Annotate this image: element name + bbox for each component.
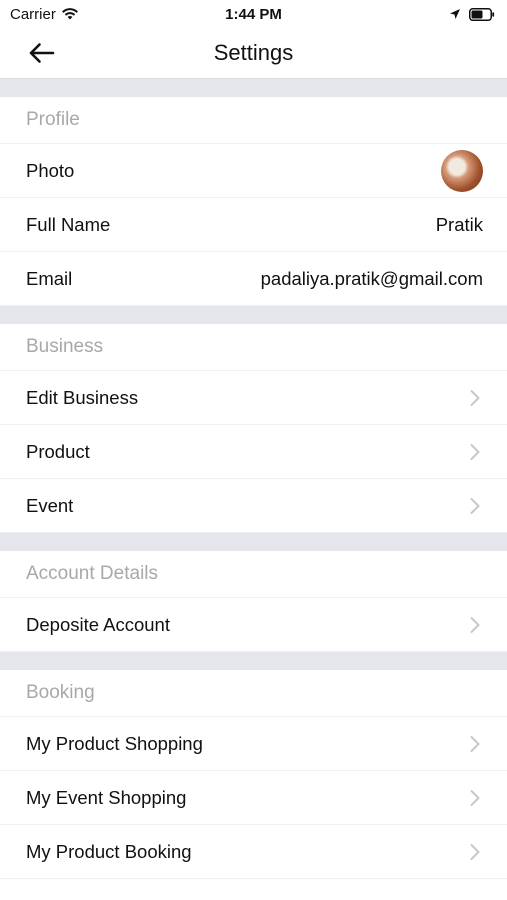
arrow-left-icon bbox=[29, 43, 55, 63]
full-name-label: Full Name bbox=[26, 213, 111, 235]
section-separator bbox=[0, 79, 507, 97]
email-row[interactable]: Email padaliya.pratik@gmail.com bbox=[0, 252, 507, 306]
nav-bar: Settings bbox=[0, 28, 507, 79]
edit-business-row[interactable]: Edit Business bbox=[0, 371, 507, 425]
section-separator bbox=[0, 306, 507, 324]
chevron-right-icon bbox=[470, 735, 480, 752]
product-row[interactable]: Product bbox=[0, 425, 507, 479]
my-event-shopping-label: My Event Shopping bbox=[26, 786, 187, 808]
event-row[interactable]: Event bbox=[0, 479, 507, 533]
full-name-row[interactable]: Full Name Pratik bbox=[0, 198, 507, 252]
back-button[interactable] bbox=[26, 38, 62, 68]
section-header-booking: Booking bbox=[0, 670, 507, 717]
deposite-account-label: Deposite Account bbox=[26, 613, 170, 635]
my-product-booking-row[interactable]: My Product Booking bbox=[0, 825, 507, 879]
status-bar: Carrier 1:44 PM bbox=[0, 0, 507, 28]
battery-icon bbox=[469, 7, 495, 21]
photo-label: Photo bbox=[26, 159, 75, 181]
product-label: Product bbox=[26, 440, 90, 462]
photo-row[interactable]: Photo bbox=[0, 144, 507, 198]
chevron-right-icon bbox=[470, 616, 480, 633]
deposite-account-row[interactable]: Deposite Account bbox=[0, 598, 507, 652]
chevron-right-icon bbox=[470, 443, 480, 460]
section-separator bbox=[0, 533, 507, 551]
email-label: Email bbox=[26, 267, 73, 289]
status-left: Carrier bbox=[0, 6, 79, 23]
avatar[interactable] bbox=[441, 149, 483, 192]
edit-business-label: Edit Business bbox=[26, 386, 139, 408]
chevron-right-icon bbox=[470, 789, 480, 806]
chevron-right-icon bbox=[470, 843, 480, 860]
event-label: Event bbox=[26, 494, 74, 516]
my-product-shopping-row[interactable]: My Product Shopping bbox=[0, 717, 507, 771]
page-title: Settings bbox=[213, 40, 294, 65]
my-product-booking-label: My Product Booking bbox=[26, 840, 192, 862]
wifi-icon bbox=[61, 8, 78, 20]
settings-list: Profile Photo Full Name Pratik Email pad… bbox=[0, 79, 507, 879]
chevron-right-icon bbox=[470, 389, 480, 406]
chevron-right-icon bbox=[470, 497, 480, 514]
carrier-label: Carrier bbox=[10, 5, 56, 23]
section-header-account-details: Account Details bbox=[0, 551, 507, 598]
my-product-shopping-label: My Product Shopping bbox=[26, 732, 203, 754]
section-header-profile: Profile bbox=[0, 97, 507, 144]
section-separator bbox=[0, 652, 507, 670]
my-event-shopping-row[interactable]: My Event Shopping bbox=[0, 771, 507, 825]
location-arrow-icon bbox=[450, 9, 460, 19]
full-name-value: Pratik bbox=[435, 213, 483, 235]
email-value: padaliya.pratik@gmail.com bbox=[260, 267, 483, 289]
section-header-business: Business bbox=[0, 324, 507, 371]
status-right bbox=[449, 7, 507, 21]
